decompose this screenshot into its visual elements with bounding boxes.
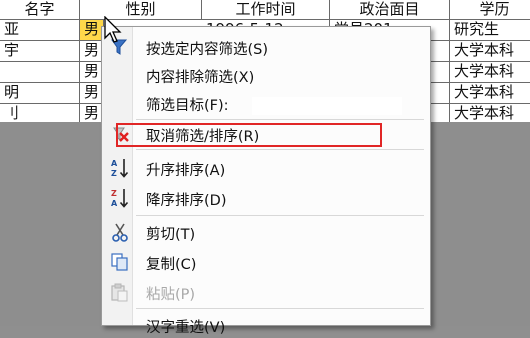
- highlight-box: [116, 123, 382, 147]
- column-header-education[interactable]: 学历: [450, 0, 530, 20]
- menu-separator: [136, 119, 424, 120]
- cell-education[interactable]: 大学本科: [450, 62, 530, 83]
- svg-text:Z: Z: [111, 169, 117, 178]
- cell-name[interactable]: 刂: [0, 104, 80, 122]
- menu-item-sort-ascending[interactable]: A Z 升序排序(A): [102, 155, 430, 181]
- column-header-name[interactable]: 名字: [0, 0, 80, 20]
- cell-name[interactable]: 亚: [0, 20, 80, 41]
- menu-separator: [136, 149, 424, 150]
- column-header-gender[interactable]: 性别: [80, 0, 202, 20]
- menu-item-paste[interactable]: 粘贴(P): [102, 279, 430, 305]
- svg-text:A: A: [111, 159, 118, 168]
- menu-item-hanzi-reconvert[interactable]: 汉字重选(V): [102, 312, 430, 338]
- menu-item-filter-excluding-selection[interactable]: 内容排除筛选(X): [102, 62, 430, 88]
- svg-text:A: A: [111, 199, 118, 208]
- sort-ascending-icon: A Z: [109, 157, 131, 179]
- menu-separator: [136, 308, 424, 309]
- column-header-row: 名字 性别 工作时间 政治面目 学历: [0, 0, 530, 20]
- filter-for-input[interactable]: [252, 97, 402, 115]
- cell-name[interactable]: 明: [0, 83, 80, 104]
- cell-education[interactable]: 研究生: [450, 20, 530, 41]
- cell-education[interactable]: 大学本科: [450, 83, 530, 104]
- context-menu: 按选定内容筛选(S) 内容排除筛选(X) 筛选目标(F): 取消筛选/排序(R)…: [101, 26, 431, 336]
- copy-icon: [109, 251, 131, 273]
- cell-name[interactable]: 宇: [0, 41, 80, 62]
- menu-separator: [136, 215, 424, 216]
- scissors-icon: [109, 221, 131, 243]
- cell-education[interactable]: 大学本科: [450, 104, 530, 122]
- menu-item-sort-descending[interactable]: Z A 降序排序(D): [102, 185, 430, 211]
- menu-item-cut[interactable]: 剪切(T): [102, 219, 430, 245]
- cell-education[interactable]: 大学本科: [450, 41, 530, 62]
- menu-item-copy[interactable]: 复制(C): [102, 249, 430, 275]
- mouse-pointer-icon: [104, 15, 124, 44]
- paste-icon: [109, 281, 131, 303]
- svg-text:Z: Z: [111, 189, 117, 198]
- cell-name[interactable]: [0, 62, 80, 83]
- menu-item-filter-by-selection[interactable]: 按选定内容筛选(S): [102, 34, 430, 60]
- column-header-political[interactable]: 政治面目: [330, 0, 450, 20]
- sort-descending-icon: Z A: [109, 187, 131, 209]
- column-header-worktime[interactable]: 工作时间: [202, 0, 330, 20]
